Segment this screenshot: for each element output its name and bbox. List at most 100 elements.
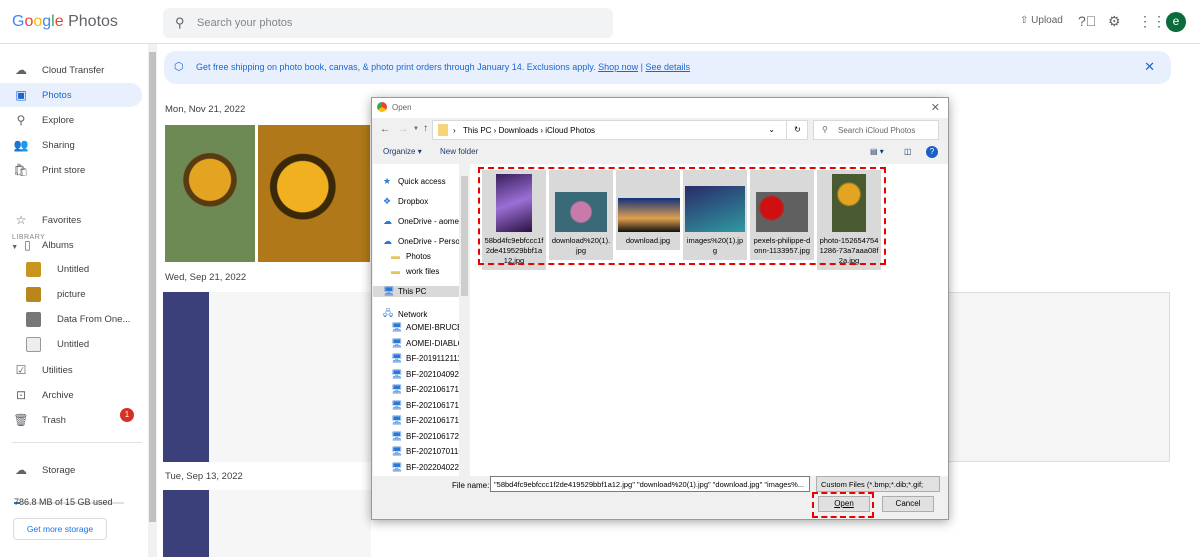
- search-icon: ⚲: [822, 125, 828, 134]
- sidebar-item-storage[interactable]: ☁ Storage: [0, 458, 142, 482]
- album-thumbnail: [26, 287, 41, 302]
- nav-item-icon: 🖥: [383, 286, 395, 296]
- up-arrow-icon[interactable]: ↑: [423, 123, 428, 134]
- nav-item[interactable]: ❖ Dropbox: [383, 196, 428, 207]
- nav-item[interactable]: 🖥BF-20210617170: [391, 400, 459, 411]
- nav-item[interactable]: 🖥AOMEI-DIABLOS: [391, 338, 459, 349]
- caret-down-icon[interactable]: ▼: [11, 244, 18, 251]
- file-name-input[interactable]: "58bd4fc9ebfccc1f2de419529bbf1a12.jpg" "…: [490, 476, 810, 492]
- shop-now-link[interactable]: Shop now: [598, 62, 638, 72]
- nav-item-icon: 🖥: [391, 462, 403, 472]
- nav-item[interactable]: 🖥BF-20210617212: [391, 431, 459, 442]
- nav-item[interactable]: ☁ OneDrive - aomei: [383, 216, 459, 227]
- promo-banner: ⬡ Get free shipping on photo book, canva…: [164, 51, 1171, 84]
- photo-thumbnail[interactable]: [163, 490, 371, 557]
- album-item[interactable]: Untitled: [26, 262, 89, 277]
- sidebar-item-albums[interactable]: ▼ ▯ Albums: [0, 233, 142, 257]
- date-heading: Tue, Sep 13, 2022: [165, 471, 243, 482]
- sidebar-item-cloud-transfer[interactable]: ☁ Cloud Transfer: [0, 58, 142, 82]
- organize-button[interactable]: Organize ▾: [383, 147, 422, 156]
- search-icon: ⚲: [175, 15, 185, 30]
- nav-item[interactable]: 🖥BF-20191121115: [391, 353, 459, 364]
- photo-thumbnail[interactable]: [165, 125, 255, 262]
- album-item[interactable]: picture: [26, 287, 86, 302]
- selection-highlight: [478, 167, 886, 265]
- help-icon[interactable]: ?⃝: [1078, 13, 1096, 29]
- nav-item[interactable]: ☁ OneDrive - Person: [383, 236, 459, 247]
- sidebar-item-explore[interactable]: ⚲ Explore: [0, 108, 142, 132]
- chrome-icon: [377, 102, 387, 112]
- close-icon[interactable]: ✕: [931, 101, 940, 114]
- nav-item-icon: ☁: [383, 236, 392, 246]
- nav-item[interactable]: 🖥BF-20210409210: [391, 369, 459, 380]
- album-item[interactable]: Untitled: [26, 337, 89, 352]
- nav-item-icon: ▬: [391, 251, 400, 261]
- nav-item[interactable]: 🖥BF-20210701153: [391, 446, 459, 457]
- sidebar-item-utilities[interactable]: ☑ Utilities: [0, 358, 142, 382]
- upload-button[interactable]: ⇧ Upload: [1020, 15, 1063, 26]
- dialog-search-input[interactable]: ⚲ Search iCloud Photos: [813, 120, 939, 140]
- google-photos-logo[interactable]: Google Photos: [12, 13, 118, 31]
- nav-item-icon: 🖧: [383, 308, 394, 318]
- sidebar-item-print-store[interactable]: 🛍 Print store: [0, 158, 142, 182]
- dialog-title-bar: Open ✕: [372, 98, 948, 118]
- folder-icon: [438, 124, 448, 136]
- nav-item-icon: ▬: [391, 266, 400, 276]
- nav-item[interactable]: 🖥BF-20210617181: [391, 415, 459, 426]
- get-more-storage-button[interactable]: Get more storage: [13, 518, 107, 540]
- photo-thumbnail[interactable]: [258, 125, 370, 262]
- sidebar-item-favorites[interactable]: ☆ Favorites: [0, 208, 142, 232]
- nav-item[interactable]: 🖥 This PC: [373, 286, 459, 297]
- address-bar[interactable]: › This PC › Downloads › iCloud Photos ⌄: [432, 120, 808, 140]
- nav-item[interactable]: 🖥BF-20210617162: [391, 384, 459, 395]
- chevron-down-icon[interactable]: ⌄: [768, 125, 775, 134]
- new-folder-button[interactable]: New folder: [440, 147, 478, 156]
- album-item[interactable]: Data From One...: [26, 312, 130, 327]
- bag-icon: 🛍: [13, 163, 29, 177]
- sidebar-scrollbar[interactable]: [148, 44, 157, 557]
- album-thumbnail: [26, 337, 41, 352]
- apps-grid-icon[interactable]: ⋮⋮: [1138, 13, 1166, 30]
- cancel-button[interactable]: Cancel: [882, 496, 934, 512]
- cloud-transfer-icon: ☁: [15, 63, 27, 77]
- nav-item[interactable]: 🖧 Network: [383, 306, 427, 322]
- file-name-label: File name:: [452, 481, 490, 490]
- photo-thumbnail[interactable]: [948, 292, 1170, 462]
- gear-icon[interactable]: ⚙: [1108, 13, 1121, 30]
- open-file-dialog: Open ✕ ← → ▼ ↑ › This PC › Downloads › iCl…: [371, 97, 949, 520]
- nav-item-icon: 🖥: [391, 384, 403, 394]
- sidebar-item-sharing[interactable]: 👥 Sharing: [0, 133, 142, 157]
- nav-item[interactable]: ▬ Photos: [391, 251, 431, 261]
- sidebar-item-photos[interactable]: ▣ Photos: [0, 83, 142, 107]
- sidebar-item-trash[interactable]: 🗑 Trash: [0, 408, 142, 432]
- date-heading: Mon, Nov 21, 2022: [165, 104, 246, 115]
- photo-thumbnail[interactable]: [163, 292, 371, 462]
- forward-arrow-icon[interactable]: →: [398, 124, 408, 135]
- preview-pane-icon[interactable]: ◫: [904, 147, 912, 156]
- nav-item-icon: 🖥: [391, 415, 403, 425]
- view-options-icon[interactable]: ▤ ▾: [870, 147, 884, 156]
- search-input[interactable]: ⚲ Search your photos: [163, 8, 613, 38]
- nav-scrollbar[interactable]: [459, 164, 470, 476]
- sidebar-item-archive[interactable]: ⊡ Archive: [0, 383, 142, 407]
- close-icon[interactable]: ✕: [1144, 59, 1155, 75]
- album-thumbnail: [26, 262, 41, 277]
- tag-icon: ⬡: [174, 61, 184, 73]
- nav-item[interactable]: 🖥 AOMEI-BRUCE: [391, 322, 459, 333]
- see-details-link[interactable]: See details: [646, 62, 691, 72]
- album-icon: ▼ ▯: [11, 238, 31, 252]
- nav-item[interactable]: ★ Quick access: [383, 176, 446, 187]
- back-arrow-icon[interactable]: ←: [380, 124, 390, 135]
- help-icon[interactable]: ?: [926, 146, 938, 158]
- date-heading: Wed, Sep 21, 2022: [165, 272, 247, 283]
- top-bar: Google Photos ⚲ Search your photos ⇧ Uplo…: [0, 0, 1200, 44]
- file-type-select[interactable]: Custom Files (*.bmp;*.dib;*.gif;: [816, 476, 940, 492]
- avatar[interactable]: e: [1166, 12, 1186, 32]
- refresh-button[interactable]: ↻: [786, 120, 808, 140]
- search-icon: ⚲: [16, 113, 26, 127]
- nav-item[interactable]: ▬ work files: [391, 266, 439, 276]
- nav-item-icon: 🖥: [391, 338, 403, 348]
- nav-item-icon: ☁: [383, 216, 392, 226]
- nav-item[interactable]: 🖥BF-20220402231: [391, 462, 459, 473]
- recent-dropdown-icon[interactable]: ▼: [413, 126, 419, 132]
